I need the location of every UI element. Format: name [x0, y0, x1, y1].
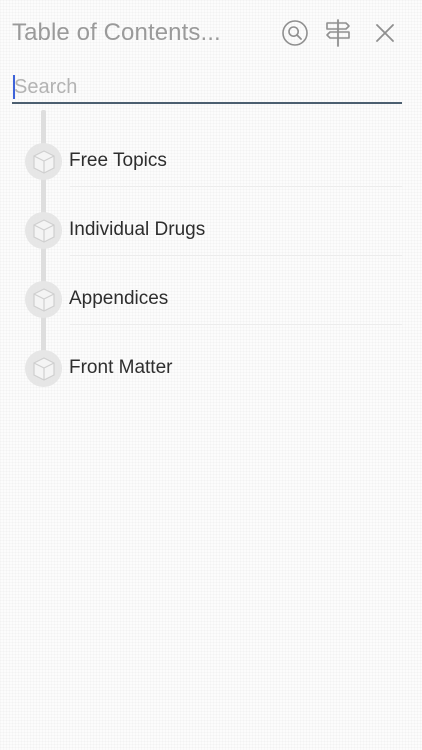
search-icon — [282, 20, 308, 46]
toc-item[interactable]: Front Matter — [0, 324, 422, 393]
cube-icon — [25, 143, 62, 180]
toc-item-label: Appendices — [69, 288, 169, 309]
toc-item[interactable]: Appendices — [0, 255, 422, 325]
search-bar — [12, 72, 402, 104]
cube-icon — [25, 281, 62, 318]
toc-item-label: Front Matter — [69, 357, 173, 378]
header-bar: Table of Contents... — [0, 0, 422, 68]
close-button[interactable] — [370, 18, 400, 48]
page-title: Table of Contents... — [12, 19, 221, 46]
cube-icon — [25, 350, 62, 387]
toc-item-label: Individual Drugs — [69, 219, 206, 240]
close-icon — [376, 24, 394, 42]
search-input[interactable] — [12, 72, 402, 104]
toc-item-label: Free Topics — [69, 150, 167, 171]
search-button[interactable] — [280, 18, 310, 48]
toc-item[interactable]: Free Topics — [0, 117, 422, 187]
navigate-button[interactable] — [323, 18, 353, 48]
cube-icon — [25, 212, 62, 249]
signpost-icon — [326, 19, 350, 47]
toc-item[interactable]: Individual Drugs — [0, 186, 422, 256]
text-caret — [13, 75, 15, 99]
